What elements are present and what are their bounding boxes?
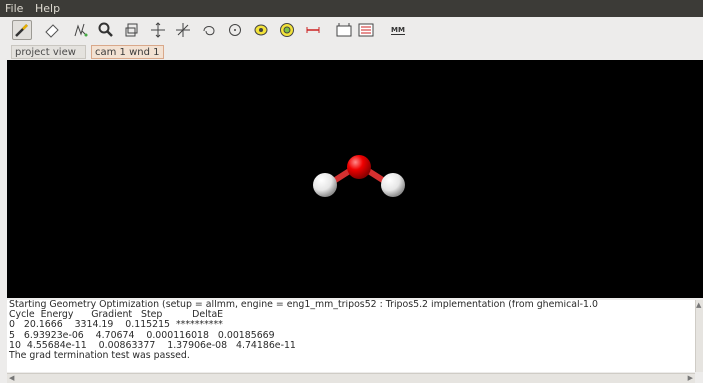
- hydrogen-atom-right[interactable]: [381, 173, 405, 197]
- menu-bar: File Help: [0, 0, 703, 17]
- menu-help[interactable]: Help: [35, 2, 60, 15]
- translate-z-tool-button[interactable]: [173, 20, 193, 40]
- element-button[interactable]: [334, 20, 354, 40]
- hydrogen-atom-left[interactable]: [313, 173, 337, 197]
- eraser-tool-button[interactable]: [42, 20, 62, 40]
- scroll-up-icon[interactable]: ▲: [696, 301, 701, 310]
- orbit-object-tool-button[interactable]: [199, 20, 219, 40]
- rotate-world-icon: [280, 23, 294, 37]
- bond-type-icon: [358, 23, 374, 37]
- measure-icon: [306, 27, 320, 33]
- eraser-icon: [45, 24, 59, 38]
- draw-tool-button[interactable]: [12, 20, 32, 40]
- console-vertical-scrollbar[interactable]: ▲: [695, 300, 703, 372]
- orbit-world-tool-button[interactable]: [251, 20, 271, 40]
- clipping-tool-button[interactable]: [122, 20, 142, 40]
- 3d-viewport[interactable]: [7, 60, 703, 298]
- tab-project-view[interactable]: project view: [11, 45, 86, 59]
- orbit-world-icon: [254, 24, 268, 36]
- translate-xy-icon: [151, 22, 165, 38]
- toolbar: MM: [0, 17, 703, 44]
- tab-cam-1-wnd-1[interactable]: cam 1 wnd 1: [91, 45, 164, 59]
- select-icon: [74, 23, 88, 37]
- translate-xy-tool-button[interactable]: [148, 20, 168, 40]
- mm-settings-button[interactable]: MM: [386, 20, 410, 40]
- console-horizontal-scrollbar[interactable]: ◀ ▶: [7, 373, 695, 383]
- clipping-icon: [125, 23, 138, 37]
- menu-file[interactable]: File: [5, 2, 23, 15]
- bond-type-button[interactable]: [356, 20, 376, 40]
- zoom-tool-button[interactable]: [96, 20, 116, 40]
- molecule-render: [313, 155, 405, 197]
- select-tool-button[interactable]: [71, 20, 91, 40]
- scroll-right-icon[interactable]: ▶: [688, 374, 693, 383]
- orbit-object-icon: [203, 26, 215, 36]
- rotate-xy-icon: [229, 24, 241, 36]
- mm-settings-icon: MM: [391, 25, 405, 35]
- console-line: The grad termination test was passed.: [9, 350, 190, 362]
- zoom-icon: [98, 22, 113, 37]
- draw-icon: [15, 24, 28, 37]
- scroll-left-icon[interactable]: ◀: [9, 374, 14, 383]
- view-tabs: project view cam 1 wnd 1: [0, 44, 703, 60]
- oxygen-atom[interactable]: [347, 155, 371, 179]
- rotate-world-tool-button[interactable]: [277, 20, 297, 40]
- element-icon: [336, 23, 352, 37]
- measure-tool-button[interactable]: [303, 20, 323, 40]
- translate-z-icon: [176, 23, 190, 37]
- output-console[interactable]: Starting Geometry Optimization (setup = …: [7, 300, 695, 372]
- rotate-xy-tool-button[interactable]: [225, 20, 245, 40]
